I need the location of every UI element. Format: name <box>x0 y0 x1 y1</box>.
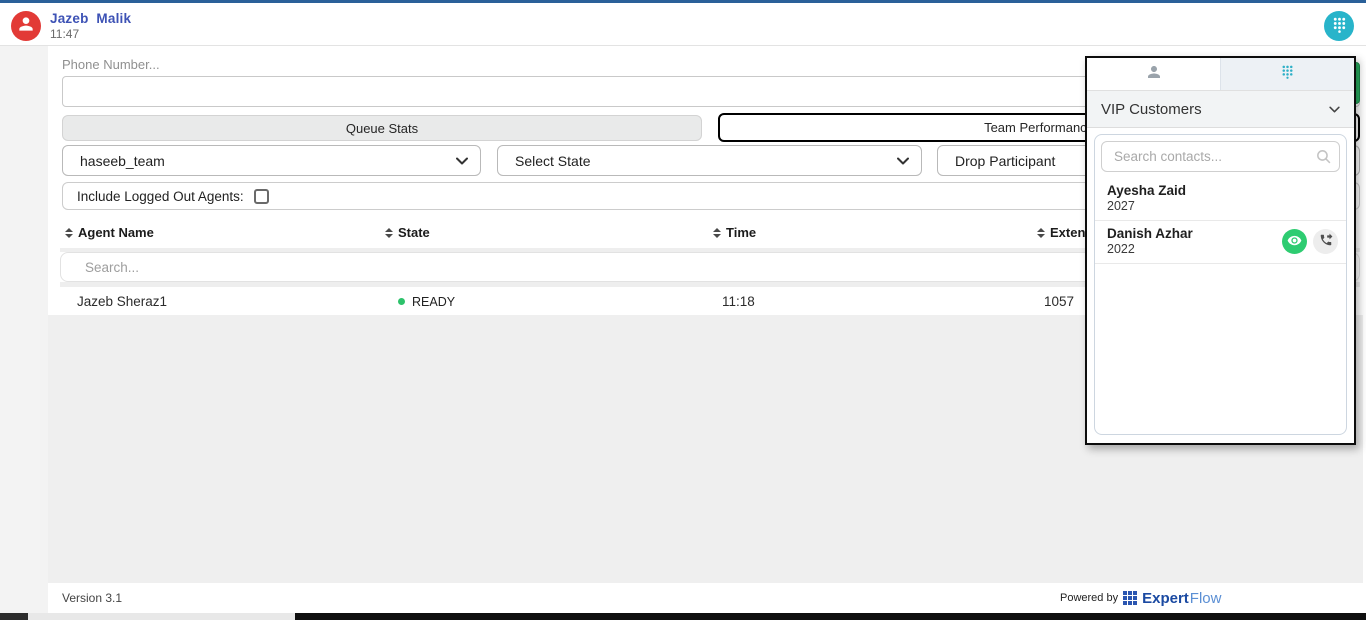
dialpad-icon <box>1331 16 1348 36</box>
contact-number: 2027 <box>1107 199 1334 213</box>
queue-stats-label: Queue Stats <box>346 121 418 136</box>
cell-extension: 1057 <box>1044 287 1074 316</box>
chevron-down-icon <box>1329 106 1340 113</box>
contact-list-item[interactable]: Danish Azhar 2022 <box>1095 221 1346 264</box>
cell-agent-name: Jazeb Sheraz1 <box>77 287 167 316</box>
footer: Version 3.1 Powered by Expert Flow <box>48 583 1363 613</box>
state-select-value: Select State <box>515 153 591 169</box>
view-contact-button[interactable] <box>1282 229 1307 254</box>
sort-icon[interactable] <box>713 228 721 238</box>
contacts-panel: VIP Customers Ayesha Zaid 2027 <box>1085 56 1356 445</box>
contact-group-value: VIP Customers <box>1101 101 1202 118</box>
powered-by-label: Powered by <box>1060 592 1118 604</box>
contact-search-input[interactable] <box>1101 141 1340 172</box>
tab-dialpad[interactable] <box>1220 58 1354 90</box>
brand-name-light: Flow <box>1190 590 1222 607</box>
taskbar-segment <box>28 613 295 620</box>
version-label: Version 3.1 <box>62 583 122 613</box>
cell-time: 11:18 <box>722 287 755 316</box>
left-margin-strip <box>0 46 48 613</box>
avatar[interactable] <box>11 11 41 41</box>
cell-state: READY <box>398 287 455 316</box>
expertflow-logo-icon <box>1123 591 1137 605</box>
drop-participant-label: Drop Participant <box>955 153 1055 169</box>
call-transfer-icon <box>1319 233 1333 250</box>
bottom-taskbar-strip <box>0 613 1366 620</box>
column-header-agent-name[interactable]: Agent Name <box>65 217 154 248</box>
view-eye-icon <box>1287 233 1302 251</box>
ready-status-dot <box>398 298 405 305</box>
sort-icon[interactable] <box>65 228 73 238</box>
person-icon <box>1145 63 1163 86</box>
panel-tabs <box>1087 58 1354 91</box>
sort-icon[interactable] <box>1037 228 1045 238</box>
contact-name: Ayesha Zaid <box>1107 183 1334 198</box>
agent-desktop-app: Jazeb Malik 11:47 Phone Number... Queue … <box>0 0 1366 620</box>
team-select-value: haseeb_team <box>80 153 165 169</box>
state-select[interactable]: Select State <box>497 145 922 176</box>
team-performance-label: Team Performance <box>984 120 1094 135</box>
include-logged-out-checkbox[interactable] <box>254 189 269 204</box>
phone-number-label: Phone Number... <box>62 57 160 72</box>
contact-group-select[interactable]: VIP Customers <box>1087 91 1354 128</box>
call-contact-button[interactable] <box>1313 229 1338 254</box>
chevron-down-icon <box>897 157 909 165</box>
open-dialpad-button[interactable] <box>1324 11 1354 41</box>
tab-contacts[interactable] <box>1087 58 1220 90</box>
contact-list-item[interactable]: Ayesha Zaid 2027 <box>1095 178 1346 221</box>
taskbar-segment <box>0 613 28 620</box>
powered-by: Powered by Expert Flow <box>1060 583 1221 613</box>
person-icon <box>16 14 36 39</box>
sort-icon[interactable] <box>385 228 393 238</box>
taskbar-segment <box>295 613 1366 620</box>
top-bar: Jazeb Malik 11:47 <box>0 0 1366 46</box>
column-header-time[interactable]: Time <box>713 217 756 248</box>
chevron-down-icon <box>456 157 468 165</box>
dialpad-icon <box>1280 64 1295 84</box>
tab-queue-stats[interactable]: Queue Stats <box>62 115 702 141</box>
team-select[interactable]: haseeb_team <box>62 145 481 176</box>
contact-list: Ayesha Zaid 2027 Danish Azhar 2022 <box>1094 134 1347 435</box>
logged-in-user-name: Jazeb Malik <box>50 11 131 26</box>
column-header-state[interactable]: State <box>385 217 430 248</box>
include-logged-out-label: Include Logged Out Agents: <box>77 189 244 204</box>
login-time: 11:47 <box>50 27 79 41</box>
brand-name-bold: Expert <box>1142 590 1189 607</box>
